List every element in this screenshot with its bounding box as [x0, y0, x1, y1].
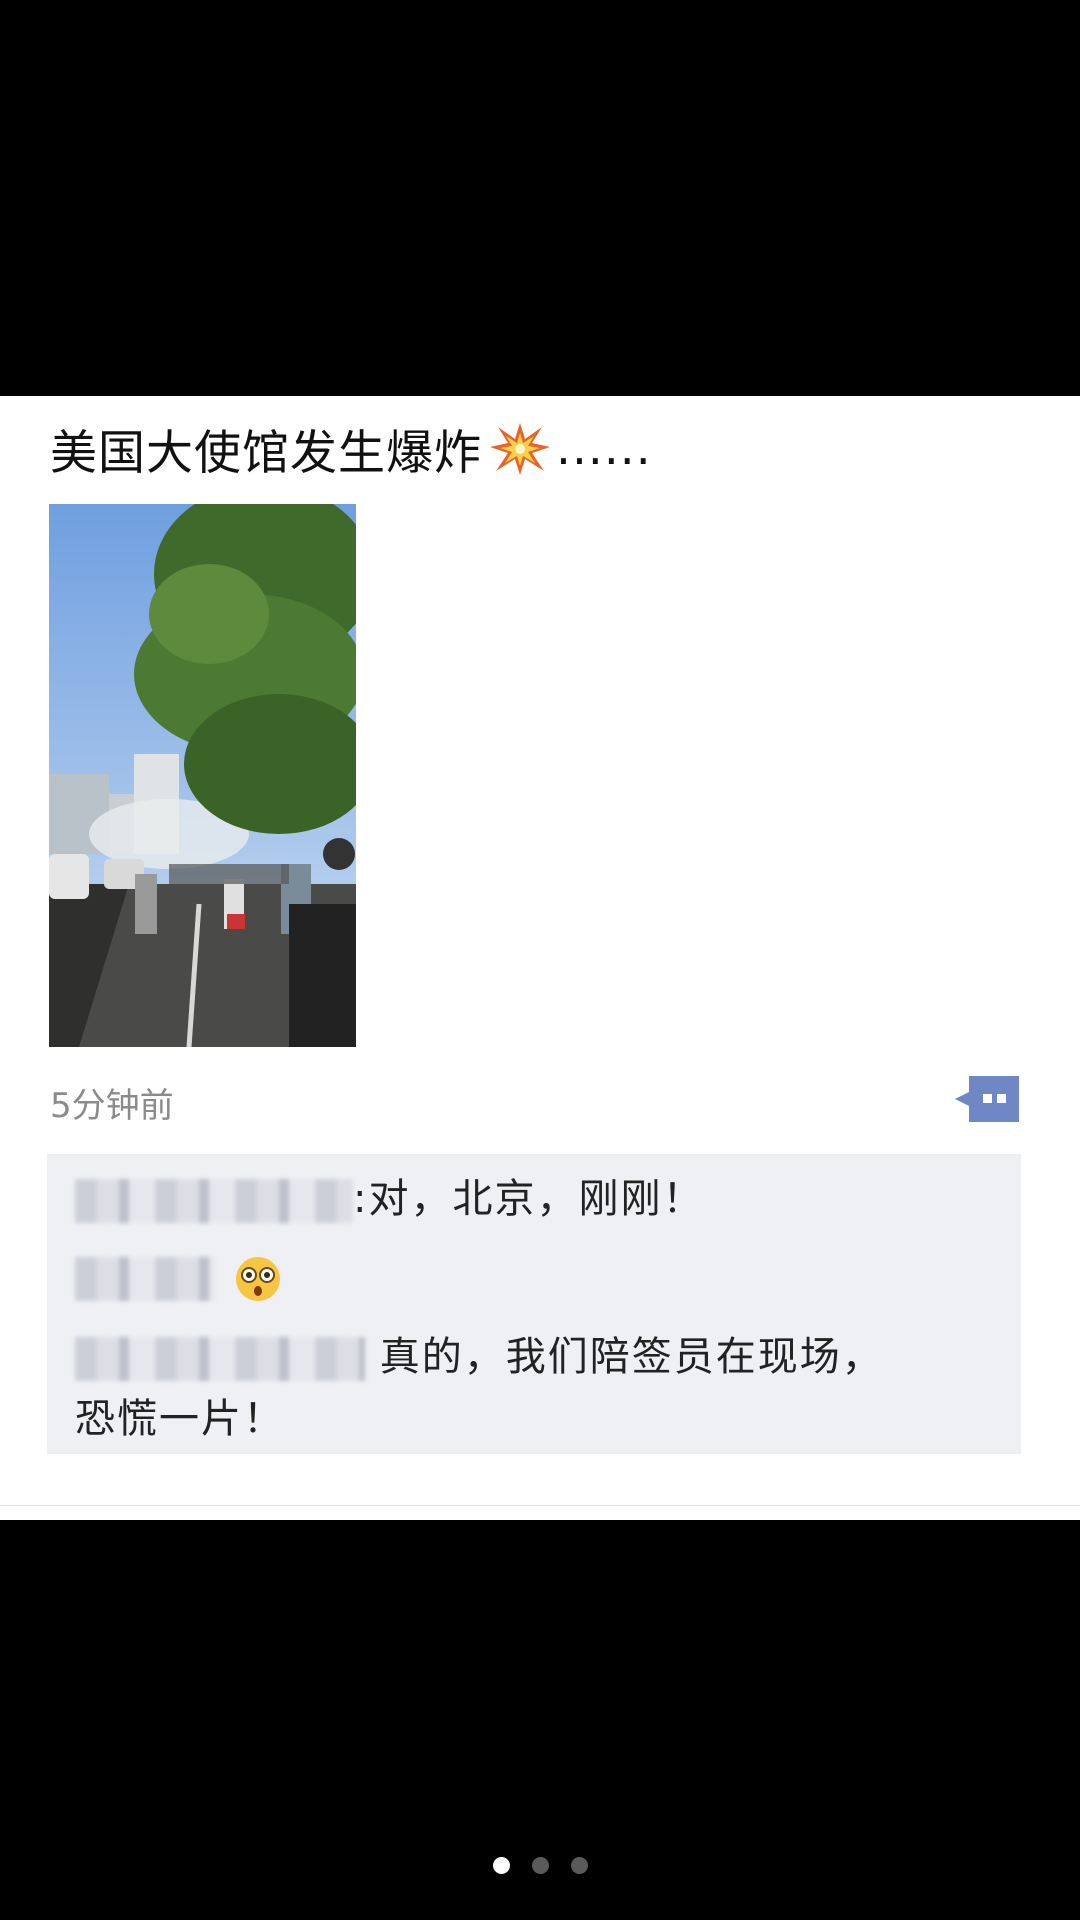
- comments-panel: :对，北京，刚刚！ 真的，我们陪签员在现场， 恐慌一片！: [47, 1154, 1021, 1454]
- post-timestamp: 5分钟前: [50, 1086, 174, 1126]
- comment-item: 真的，我们陪签员在现场， 恐慌一片！: [75, 1326, 884, 1450]
- comment-author-blurred[interactable]: [75, 1337, 365, 1381]
- comment-author-blurred[interactable]: [75, 1257, 215, 1301]
- comment-dots-icon[interactable]: [955, 1076, 1019, 1122]
- page-dot[interactable]: [531, 1857, 549, 1874]
- page-dot-active[interactable]: [492, 1857, 510, 1874]
- post-photo[interactable]: [49, 504, 356, 1047]
- comment-item: [75, 1246, 282, 1308]
- comment-text: 真的，我们陪签员在现场，: [379, 1334, 884, 1380]
- post-text: 美国大使馆发生爆炸 ......: [50, 414, 652, 483]
- comment-author-blurred[interactable]: [75, 1179, 353, 1223]
- card-divider: [0, 1505, 1080, 1506]
- astonished-face-icon: [235, 1257, 280, 1301]
- comment-text-continued: 恐慌一片！: [75, 1396, 285, 1442]
- post-ellipsis: ......: [556, 421, 652, 476]
- page-indicator: [0, 1857, 1080, 1874]
- post-caption: 美国大使馆发生爆炸: [50, 426, 482, 481]
- comment-text: 对，北京，刚刚！: [368, 1176, 705, 1222]
- comment-item: :对，北京，刚刚！: [75, 1168, 704, 1230]
- page-dot[interactable]: [570, 1857, 588, 1874]
- comment-separator: :: [353, 1176, 369, 1222]
- street-scene-image: [49, 504, 356, 1047]
- collision-burst-icon: [490, 422, 550, 475]
- moments-post-card: 美国大使馆发生爆炸 ...... 5分钟前:对，北京，刚刚！ 真的，我们陪签员…: [0, 396, 1080, 1520]
